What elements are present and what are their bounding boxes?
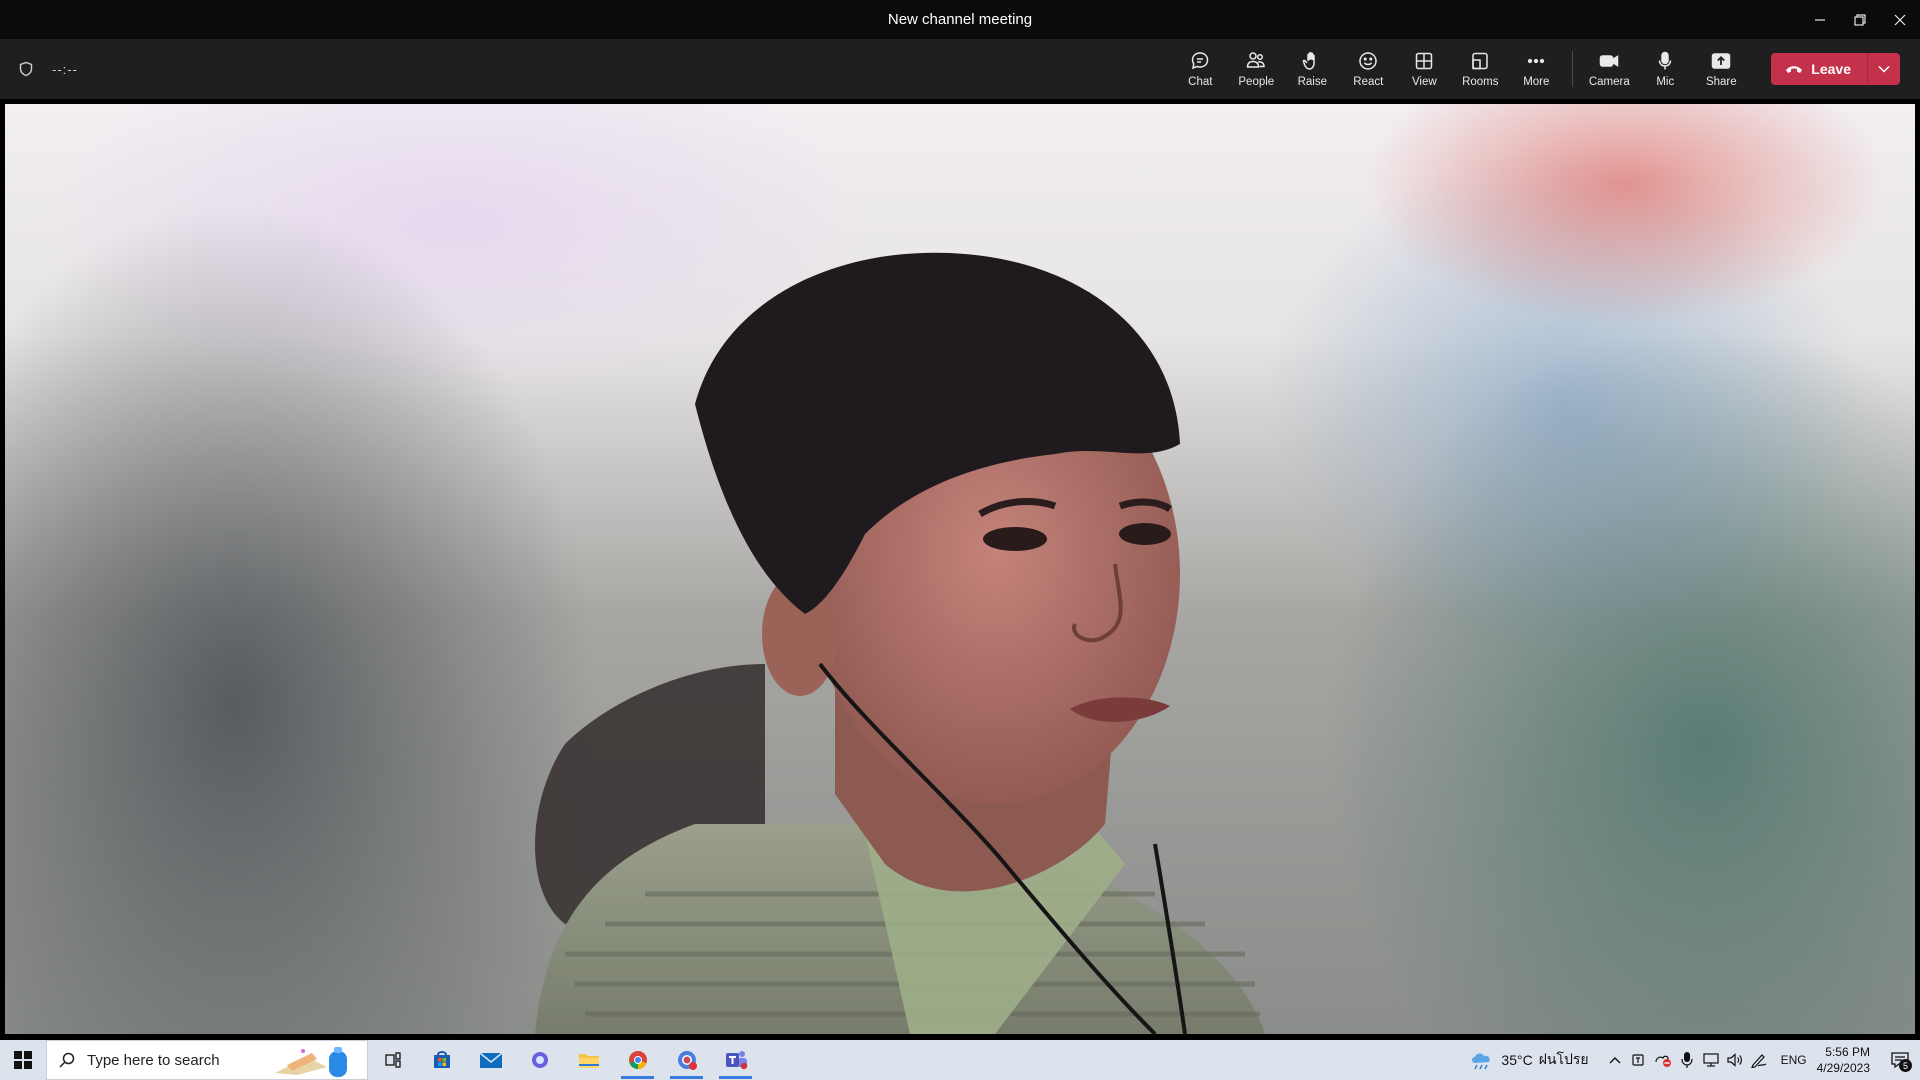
tray-teams-button[interactable] <box>1627 1040 1651 1080</box>
share-label: Share <box>1705 76 1737 88</box>
camera-button[interactable]: Camera <box>1581 39 1637 99</box>
hang-up-icon <box>1786 66 1803 73</box>
people-icon <box>1247 52 1266 68</box>
task-view-button[interactable] <box>368 1040 417 1080</box>
rain-cloud-icon <box>1472 1053 1491 1070</box>
store-icon <box>433 1051 450 1068</box>
more-label: More <box>1523 76 1550 88</box>
window-title: New channel meeting <box>887 11 1033 28</box>
rooms-icon <box>1472 52 1489 70</box>
network-button[interactable] <box>1699 1040 1723 1080</box>
chrome-profile-app[interactable] <box>662 1040 711 1080</box>
toolbar-divider <box>1572 51 1574 87</box>
clock-date: 4/29/2023 <box>1816 1061 1870 1075</box>
pen-icon <box>1750 1054 1766 1068</box>
clock[interactable]: 5:56 PM 4/29/2023 <box>1817 1044 1870 1076</box>
people-label: People <box>1238 76 1275 88</box>
weather-widget[interactable]: 35°C ฝนโปรย <box>1469 1049 1589 1071</box>
tray-app-button[interactable] <box>1651 1040 1675 1080</box>
show-hidden-icons-button[interactable] <box>1603 1040 1627 1080</box>
chat-button[interactable]: Chat <box>1172 39 1228 99</box>
chrome-app[interactable] <box>613 1040 662 1080</box>
input-language[interactable]: ENG <box>1781 1053 1807 1067</box>
chat-label: Chat <box>1188 76 1213 88</box>
teams-icon <box>725 1051 747 1070</box>
chrome-icon <box>628 1051 647 1069</box>
clock-time: 5:56 PM <box>1825 1045 1870 1059</box>
restore-button[interactable] <box>1840 0 1880 39</box>
view-label: View <box>1411 76 1437 88</box>
close-button[interactable] <box>1880 0 1920 39</box>
title-bar: New channel meeting <box>0 0 1920 39</box>
store-app[interactable] <box>417 1040 466 1080</box>
window-controls <box>1800 0 1920 39</box>
raise-hand-icon <box>1303 52 1316 70</box>
windows-taskbar: Type here to search 35°C ฝนโปรย ENG 5:56… <box>0 1040 1920 1080</box>
chat-icon <box>1192 52 1209 70</box>
react-button[interactable]: React <box>1340 39 1396 99</box>
weather-temp: 35°C <box>1501 1052 1533 1068</box>
minimize-button[interactable] <box>1800 0 1840 39</box>
rooms-label: Rooms <box>1462 76 1499 88</box>
close-icon <box>1894 14 1906 25</box>
notification-center-button[interactable]: 5 <box>1880 1040 1920 1080</box>
start-button[interactable] <box>0 1040 46 1080</box>
search-box[interactable]: Type here to search <box>46 1040 368 1080</box>
participant-video <box>535 252 1265 1034</box>
mic-icon <box>1680 1052 1693 1068</box>
chevron-down-icon <box>1878 65 1890 73</box>
file-explorer-icon <box>578 1054 599 1068</box>
more-icon <box>1528 58 1545 64</box>
chrome-profile-icon <box>677 1051 697 1070</box>
camera-icon <box>1600 55 1619 67</box>
grid-view-icon <box>1416 52 1433 70</box>
tray-mic-button[interactable] <box>1675 1040 1699 1080</box>
video-feed <box>5 104 1915 1034</box>
raise-label: Raise <box>1297 76 1327 88</box>
mic-label: Mic <box>1656 76 1675 88</box>
search-highlight-icon <box>275 1047 347 1077</box>
search-icon <box>59 1052 75 1068</box>
rooms-button[interactable]: Rooms <box>1452 39 1508 99</box>
share-icon <box>1712 53 1731 69</box>
mail-icon <box>478 1052 503 1068</box>
weather-condition: ฝนโปรย <box>1538 1051 1589 1067</box>
meet-now-icon <box>1631 1054 1644 1066</box>
system-tray: 35°C ฝนโปรย ENG 5:56 PM 4/29/2023 5 <box>1469 1040 1920 1080</box>
copilot-icon <box>531 1052 548 1068</box>
pen-button[interactable] <box>1747 1040 1771 1080</box>
restore-icon <box>1854 13 1866 26</box>
copilot-app[interactable] <box>515 1040 564 1080</box>
minimize-icon <box>1815 18 1825 21</box>
leave-options-button[interactable] <box>1867 53 1900 85</box>
leave-button[interactable]: Leave <box>1771 53 1867 85</box>
view-button[interactable]: View <box>1396 39 1452 99</box>
speaker-icon <box>1726 1053 1742 1067</box>
leave-label: Leave <box>1811 61 1851 77</box>
leave-button-group: Leave <box>1771 53 1900 85</box>
react-label: React <box>1353 76 1384 88</box>
notification-count: 5 <box>1899 1059 1912 1072</box>
chevron-up-icon <box>1609 1057 1621 1064</box>
mic-icon <box>1659 51 1672 70</box>
people-button[interactable]: People <box>1228 39 1284 99</box>
smiley-icon <box>1359 52 1378 70</box>
meeting-toolbar: --:-- Chat People Raise React View Rooms <box>0 39 1920 99</box>
file-explorer-app[interactable] <box>564 1040 613 1080</box>
windows-logo-icon <box>14 1051 32 1069</box>
mic-button[interactable]: Mic <box>1637 39 1693 99</box>
share-button[interactable]: Share <box>1693 39 1749 99</box>
meeting-timer: --:-- <box>52 61 78 77</box>
search-placeholder: Type here to search <box>87 1051 220 1069</box>
shield-icon[interactable] <box>18 61 34 77</box>
task-view-icon <box>384 1052 401 1068</box>
blocked-icon <box>1654 1055 1671 1067</box>
volume-button[interactable] <box>1723 1040 1747 1080</box>
more-button[interactable]: More <box>1508 39 1564 99</box>
network-icon <box>1702 1053 1719 1067</box>
camera-label: Camera <box>1588 76 1630 88</box>
raise-hand-button[interactable]: Raise <box>1284 39 1340 99</box>
teams-app[interactable] <box>711 1040 760 1080</box>
mail-app[interactable] <box>466 1040 515 1080</box>
